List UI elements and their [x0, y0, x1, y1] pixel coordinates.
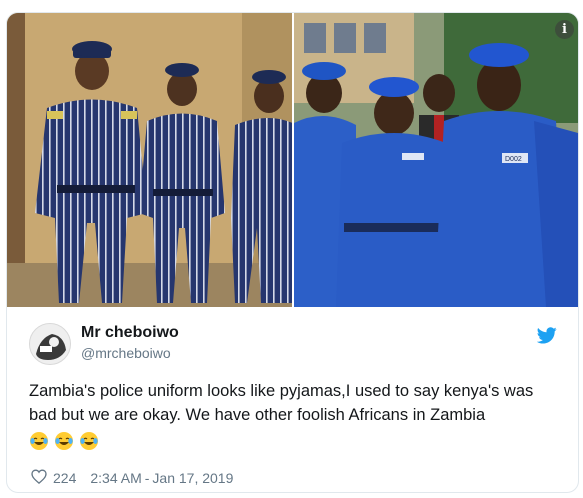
tweet-media[interactable]: D002 i	[7, 13, 578, 307]
heart-outline-icon[interactable]	[31, 469, 47, 487]
face-with-tears-of-joy-icon	[80, 431, 98, 450]
tweet-card[interactable]: D002 i Mr cheboiwo @mrcheboiwo Zambia's …	[6, 12, 579, 493]
badge-number: D002	[505, 156, 522, 163]
info-icon[interactable]: i	[555, 20, 574, 39]
photo-kenya-police[interactable]: D002 i	[294, 13, 578, 307]
photo-zambia-police[interactable]	[7, 13, 292, 307]
tweet-date[interactable]: Jan 17, 2019	[152, 470, 233, 486]
avatar[interactable]	[29, 323, 71, 365]
emoji-row	[29, 428, 564, 450]
face-with-tears-of-joy-icon	[55, 431, 73, 450]
tweet-text: Zambia's police uniform looks like pyjam…	[29, 382, 534, 424]
twitter-bird-icon[interactable]	[536, 327, 557, 349]
tweet-header: Mr cheboiwo @mrcheboiwo	[29, 323, 559, 373]
like-count[interactable]: 224	[53, 470, 76, 486]
face-with-tears-of-joy-icon	[30, 431, 48, 450]
author-name[interactable]: Mr cheboiwo	[81, 324, 179, 342]
tweet-text-block: Zambia's police uniform looks like pyjam…	[29, 379, 564, 450]
tweet-footer: 224 2:34 AM - Jan 17, 2019	[31, 468, 233, 488]
author-handle[interactable]: @mrcheboiwo	[81, 345, 171, 361]
tweet-time[interactable]: 2:34 AM	[90, 470, 141, 486]
date-separator: -	[144, 470, 150, 486]
